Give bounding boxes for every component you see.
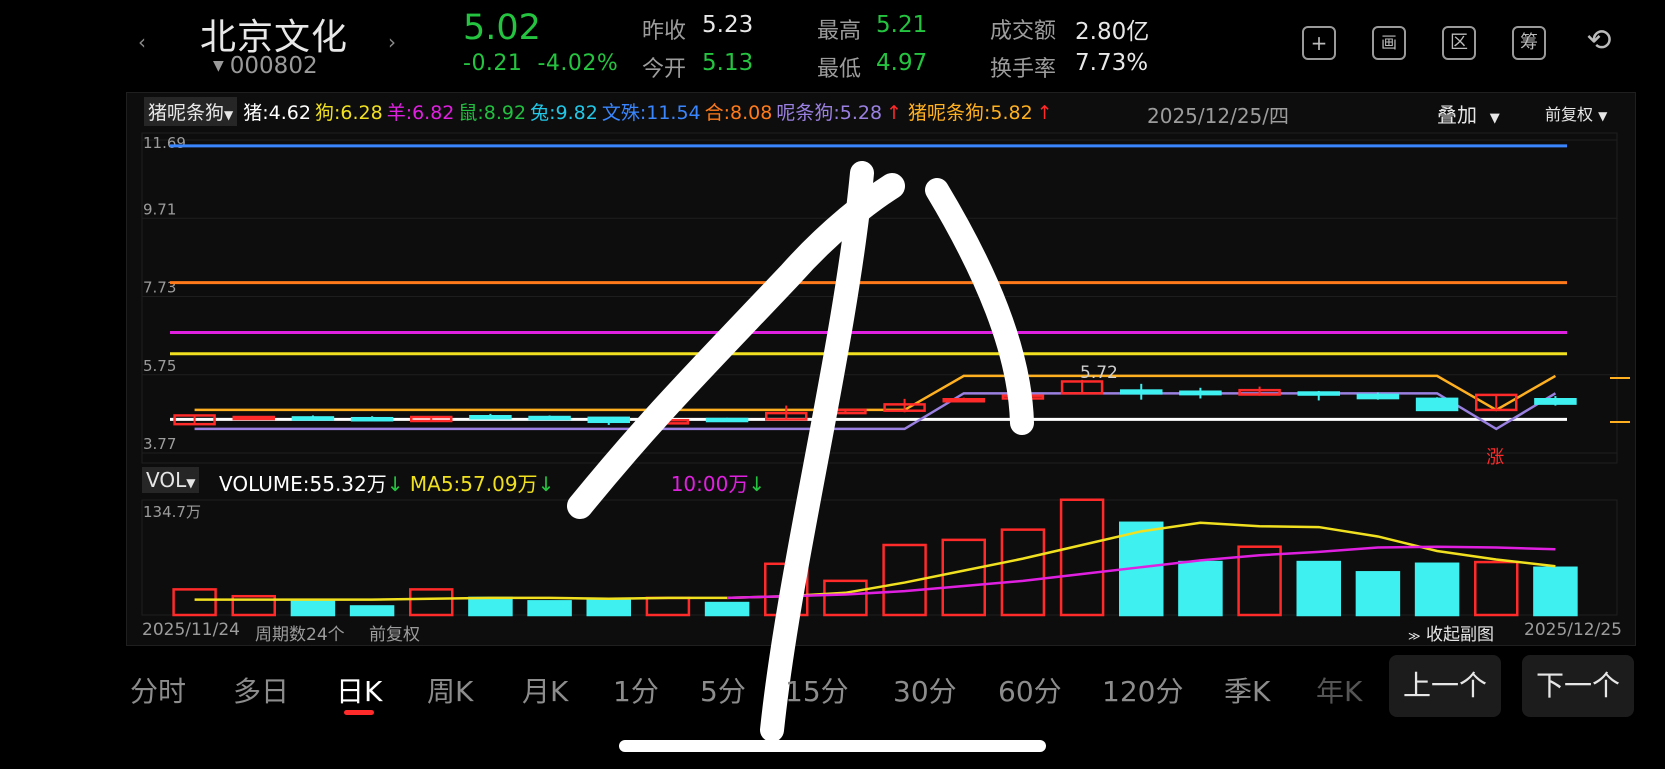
limit-up-badge: 涨: [1486, 447, 1504, 468]
candle-body: [1179, 390, 1222, 396]
tab-0[interactable]: 分时: [130, 670, 186, 710]
volume-bar: [1178, 560, 1223, 617]
tab-1[interactable]: 多日: [233, 670, 289, 710]
volume-bar: [1533, 566, 1578, 617]
ma10-value: 00万: [702, 472, 749, 496]
price-annotation: 5.72: [1080, 363, 1118, 383]
tab-8[interactable]: 30分: [893, 670, 957, 710]
volume-bar: [586, 598, 631, 617]
next-stock-button[interactable]: 下一个: [1522, 655, 1634, 717]
volume-bar: [409, 588, 454, 617]
footer-adjust: 前复权: [369, 625, 420, 645]
candle-body: [232, 415, 275, 421]
candle-body: [1534, 398, 1577, 405]
ma5-label: MA5:: [409, 472, 461, 496]
candle-body: [469, 414, 512, 420]
candle-body: [1297, 391, 1340, 396]
volume-indicator-label: VOL: [146, 468, 187, 492]
volume-bar: [1355, 571, 1401, 617]
candle-body: [1120, 389, 1163, 395]
volume-indicator-dropdown[interactable]: VOL▼: [142, 467, 200, 493]
candle-body: [350, 416, 394, 422]
volume-bar: [1000, 528, 1046, 617]
chart-end-date: 2025/12/25: [1524, 620, 1622, 640]
tab-2[interactable]: 日K: [336, 670, 382, 710]
ma5-value: 57.09万: [460, 472, 538, 496]
down-arrow-icon: ↓: [537, 472, 555, 496]
volume-bar: [645, 596, 691, 617]
active-tab-indicator: [344, 710, 374, 715]
tab-10[interactable]: 120分: [1102, 670, 1183, 710]
tab-3[interactable]: 周K: [427, 670, 473, 710]
volume-bar: [290, 600, 336, 617]
volume-ma5-line: [194, 521, 1556, 601]
volume-bar: [349, 605, 395, 617]
period-count: 周期数24个: [255, 625, 345, 645]
tab-6[interactable]: 5分: [700, 670, 746, 710]
candle-body: [291, 416, 335, 421]
tab-9[interactable]: 60分: [998, 670, 1062, 710]
collapse-subchart-button[interactable]: ≫ 收起副图: [1408, 620, 1494, 645]
handdrawn-stroke: [925, 178, 1034, 435]
chart-start-date: 2025/11/24: [142, 620, 240, 640]
price-axis-label: 5.75: [143, 357, 176, 375]
candle-body: [942, 398, 985, 403]
dropdown-caret-icon: ▼: [186, 476, 196, 490]
volume-bar: [941, 538, 986, 617]
volume-axis-label: 134.7万: [143, 503, 201, 521]
price-axis-label: 9.71: [143, 200, 176, 218]
tab-5[interactable]: 1分: [613, 670, 659, 710]
volume-label: VOLUME:: [219, 472, 310, 496]
down-arrow-icon: ↓: [386, 472, 404, 496]
volume-bar: [1296, 560, 1341, 617]
volume-bar: [1414, 562, 1460, 617]
volume-bar: [1474, 560, 1519, 617]
volume-bar: [823, 579, 868, 617]
kline-chart: 11.699.717.735.753.775.72涨134.7万: [141, 132, 1630, 752]
volume-bar: [704, 601, 750, 617]
candle-body: [587, 416, 630, 424]
volume-bar: [172, 588, 217, 617]
volume-bar: [468, 596, 513, 617]
tab-11[interactable]: 季K: [1224, 670, 1270, 710]
candle-body: [1356, 393, 1400, 400]
ma10-label: 10:: [670, 472, 703, 496]
previous-stock-button[interactable]: 上一个: [1389, 655, 1501, 717]
collapse-subchart-label: 收起副图: [1425, 625, 1494, 645]
candle-body: [705, 417, 749, 423]
price-axis-label: 11.69: [143, 134, 186, 152]
volume-bar: [1059, 498, 1105, 617]
chevron-down-icon: ≫: [1408, 629, 1421, 643]
tab-4[interactable]: 月K: [522, 670, 568, 710]
volume-legend: VOLUME:55.32万↓ MA5:57.09万↓ 10:00万↓: [219, 468, 765, 497]
tab-12[interactable]: 年K: [1316, 670, 1362, 710]
volume-value: 55.32万: [309, 472, 387, 496]
price-axis-label: 3.77: [143, 435, 176, 453]
volume-bar: [527, 600, 572, 617]
candle-body: [1415, 397, 1459, 412]
down-arrow-icon: ↓: [748, 472, 766, 496]
tab-7[interactable]: 15分: [785, 670, 849, 710]
candle-body: [528, 415, 571, 421]
